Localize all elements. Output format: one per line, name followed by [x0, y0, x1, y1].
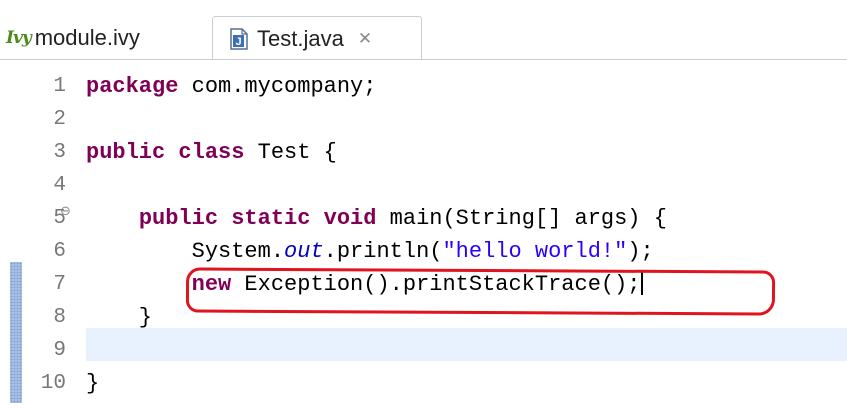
java-editor-window: Ivy module.ivy J Test.java ✕ 1 package c…	[0, 0, 847, 415]
close-icon[interactable]: ✕	[358, 29, 372, 49]
tab-module-ivy[interactable]: Ivy module.ivy	[0, 16, 212, 60]
code-text: }	[86, 371, 100, 396]
tab-label: Test.java	[257, 25, 344, 51]
code-text: new Exception().printStackTrace();	[191, 271, 643, 297]
tab-label: module.ivy	[34, 25, 140, 50]
code-line: 10 }	[0, 367, 847, 400]
ivy-icon: Ivy	[6, 28, 32, 48]
code-line: 3 public class Test {	[0, 136, 847, 169]
line-number: 10	[40, 372, 66, 395]
code-editor[interactable]: 1 package com.mycompany; 2 3 public clas…	[0, 60, 847, 415]
editor-tab-bar: Ivy module.ivy J Test.java ✕	[0, 0, 847, 60]
code-text: package com.mycompany;	[86, 74, 377, 99]
code-line: 2	[0, 103, 847, 136]
line-number: 1	[53, 75, 66, 98]
line-number: 4	[53, 174, 66, 197]
line-number: 3	[53, 141, 66, 164]
code-text: }	[86, 305, 153, 330]
line-number: 7	[53, 273, 66, 296]
code-line: 6 System.out.println("hello world!");	[0, 235, 847, 268]
code-line: 7 new Exception().printStackTrace();	[0, 268, 847, 301]
line-number: 8	[53, 306, 66, 329]
text-caret	[640, 271, 643, 295]
code-line: 4	[0, 169, 847, 202]
line-number: 6	[53, 240, 66, 263]
code-line: 1 package com.mycompany;	[0, 70, 847, 103]
code-line: 8 }	[0, 301, 847, 334]
code-text: public class Test {	[86, 140, 337, 165]
code-text: public static void main(String[] args) {	[138, 206, 667, 231]
code-text: System.out.println("hello world!");	[86, 239, 654, 264]
line-number: 2	[53, 108, 66, 131]
tab-test-java[interactable]: J Test.java ✕	[212, 16, 422, 60]
line-number: 5	[53, 207, 66, 230]
line-number: 9	[53, 339, 66, 362]
code-line: 9	[0, 334, 847, 367]
code-line: 5 ⊖ public static void main(String[] arg…	[0, 202, 847, 235]
java-file-icon: J	[229, 27, 249, 50]
collapse-icon[interactable]: ⊖	[60, 205, 71, 219]
java-icon-letter: J	[235, 36, 241, 48]
